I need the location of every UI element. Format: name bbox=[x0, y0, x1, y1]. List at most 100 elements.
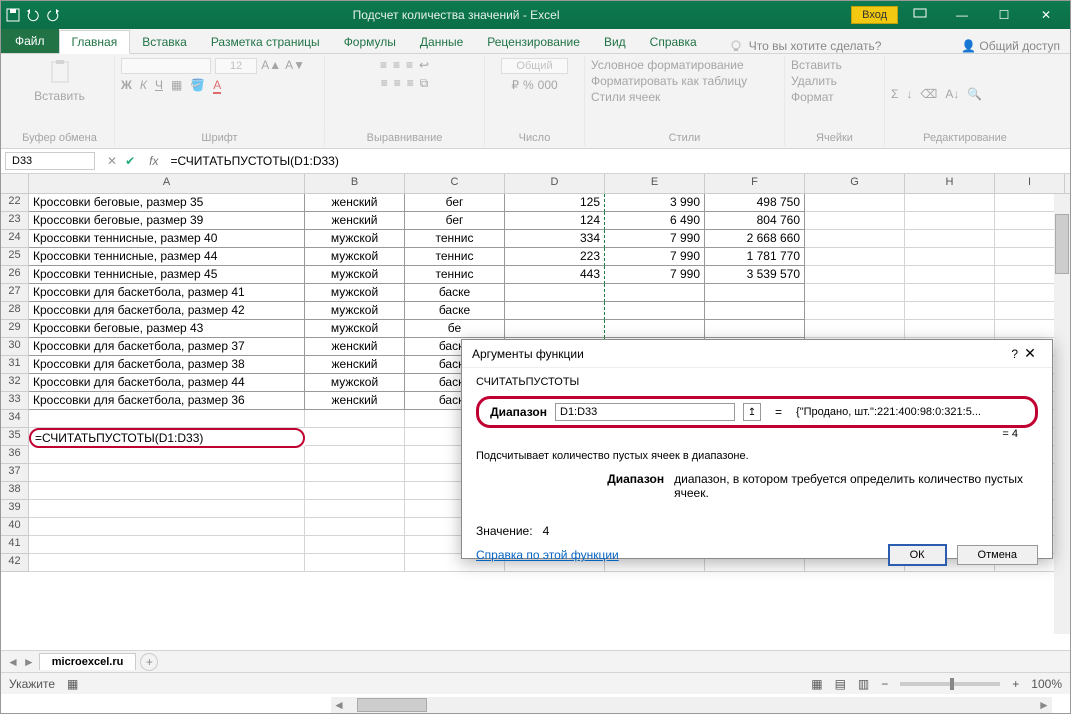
underline-button[interactable]: Ч bbox=[155, 78, 163, 94]
cell[interactable]: бе bbox=[405, 320, 505, 338]
cell[interactable]: 2 668 660 bbox=[705, 230, 805, 248]
cell[interactable] bbox=[305, 410, 405, 428]
row-header[interactable]: 37 bbox=[1, 464, 29, 482]
cell[interactable] bbox=[905, 320, 995, 338]
cell[interactable]: Кроссовки для баскетбола, размер 38 bbox=[29, 356, 305, 374]
cell[interactable] bbox=[805, 266, 905, 284]
decrease-font-icon[interactable]: A▼ bbox=[285, 58, 305, 74]
minimize-icon[interactable]: — bbox=[942, 3, 982, 27]
cell[interactable] bbox=[605, 284, 705, 302]
cell[interactable] bbox=[805, 302, 905, 320]
cell[interactable]: женский bbox=[305, 356, 405, 374]
view-break-icon[interactable]: ▥ bbox=[858, 677, 869, 691]
cell[interactable]: Кроссовки теннисные, размер 45 bbox=[29, 266, 305, 284]
tab-review[interactable]: Рецензирование bbox=[475, 31, 592, 53]
cell[interactable]: Кроссовки для баскетбола, размер 44 bbox=[29, 374, 305, 392]
row-header[interactable]: 24 bbox=[1, 230, 29, 248]
login-button[interactable]: Вход bbox=[851, 6, 898, 24]
font-family-select[interactable] bbox=[121, 58, 211, 74]
cell[interactable] bbox=[29, 482, 305, 500]
tab-data[interactable]: Данные bbox=[408, 31, 475, 53]
cell[interactable]: 223 bbox=[505, 248, 605, 266]
font-size-select[interactable]: 12 bbox=[215, 58, 257, 74]
cell[interactable] bbox=[29, 464, 305, 482]
view-layout-icon[interactable]: ▤ bbox=[835, 677, 846, 691]
zoom-in-icon[interactable]: + bbox=[1012, 677, 1019, 691]
dialog-close-icon[interactable]: ✕ bbox=[1018, 345, 1042, 362]
fill-icon[interactable]: ↓ bbox=[906, 87, 912, 101]
cancel-button[interactable]: Отмена bbox=[957, 545, 1038, 565]
tab-help[interactable]: Справка bbox=[638, 31, 709, 53]
align-left-icon[interactable]: ≡ bbox=[381, 76, 388, 91]
cell[interactable] bbox=[905, 248, 995, 266]
view-normal-icon[interactable]: ▦ bbox=[811, 677, 822, 691]
cell[interactable]: 3 990 bbox=[605, 194, 705, 212]
maximize-icon[interactable]: ☐ bbox=[984, 3, 1024, 27]
cell[interactable] bbox=[505, 284, 605, 302]
border-icon[interactable]: ▦ bbox=[171, 78, 182, 94]
row-header[interactable]: 38 bbox=[1, 482, 29, 500]
align-bot-icon[interactable]: ≡ bbox=[406, 58, 413, 72]
cell[interactable] bbox=[805, 194, 905, 212]
col-header[interactable]: H bbox=[905, 174, 995, 193]
cell[interactable]: 7 990 bbox=[605, 266, 705, 284]
cell[interactable] bbox=[305, 464, 405, 482]
cell[interactable] bbox=[29, 536, 305, 554]
cell[interactable]: 3 539 570 bbox=[705, 266, 805, 284]
formula-bar[interactable]: =СЧИТАТЬПУСТОТЫ(D1:D33) bbox=[164, 152, 1070, 170]
tab-file[interactable]: Файл bbox=[1, 29, 59, 53]
cell[interactable]: мужской bbox=[305, 374, 405, 392]
row-header[interactable]: 39 bbox=[1, 500, 29, 518]
bold-button[interactable]: Ж bbox=[121, 78, 132, 94]
cell[interactable] bbox=[605, 302, 705, 320]
cell[interactable] bbox=[805, 248, 905, 266]
cell[interactable]: 7 990 bbox=[605, 248, 705, 266]
cell[interactable] bbox=[905, 284, 995, 302]
col-header[interactable]: C bbox=[405, 174, 505, 193]
cell[interactable] bbox=[505, 302, 605, 320]
conditional-format-button[interactable]: Условное форматирование bbox=[591, 58, 744, 72]
undo-icon[interactable] bbox=[25, 7, 41, 23]
col-header[interactable]: D bbox=[505, 174, 605, 193]
sheet-prev-icon[interactable]: ◄ bbox=[7, 655, 19, 669]
cell[interactable]: 125 bbox=[505, 194, 605, 212]
zoom-level[interactable]: 100% bbox=[1031, 677, 1062, 691]
cell[interactable] bbox=[29, 410, 305, 428]
cell[interactable]: женский bbox=[305, 194, 405, 212]
close-icon[interactable]: ✕ bbox=[1026, 3, 1066, 27]
align-top-icon[interactable]: ≡ bbox=[380, 58, 387, 72]
fx-icon[interactable]: fx bbox=[143, 154, 164, 168]
currency-icon[interactable]: ₽ bbox=[511, 78, 519, 92]
active-formula-cell[interactable]: =СЧИТАТЬПУСТОТЫ(D1:D33) bbox=[29, 428, 305, 448]
add-sheet-icon[interactable]: + bbox=[140, 653, 158, 671]
save-icon[interactable] bbox=[5, 7, 21, 23]
clear-icon[interactable]: ⌫ bbox=[920, 87, 937, 101]
cell[interactable]: 1 781 770 bbox=[705, 248, 805, 266]
delete-cells-button[interactable]: Удалить bbox=[791, 74, 837, 88]
row-header[interactable]: 31 bbox=[1, 356, 29, 374]
accept-formula-icon[interactable]: ✔ bbox=[125, 154, 135, 168]
ribbon-options-icon[interactable] bbox=[900, 3, 940, 27]
row-header[interactable]: 25 bbox=[1, 248, 29, 266]
cell[interactable]: Кроссовки беговые, размер 43 bbox=[29, 320, 305, 338]
autosum-icon[interactable]: Σ bbox=[891, 87, 898, 101]
cell[interactable] bbox=[305, 500, 405, 518]
argument-input[interactable] bbox=[555, 403, 735, 421]
cell[interactable]: бег bbox=[405, 212, 505, 230]
cell[interactable]: 443 bbox=[505, 266, 605, 284]
cell[interactable] bbox=[905, 302, 995, 320]
tab-home[interactable]: Главная bbox=[59, 30, 131, 54]
row-header[interactable]: 23 bbox=[1, 212, 29, 230]
cell[interactable] bbox=[805, 212, 905, 230]
align-right-icon[interactable]: ≡ bbox=[407, 76, 414, 91]
macro-record-icon[interactable]: ▦ bbox=[67, 677, 78, 691]
cell[interactable]: 334 bbox=[505, 230, 605, 248]
cell[interactable]: теннис bbox=[405, 266, 505, 284]
redo-icon[interactable] bbox=[45, 7, 61, 23]
cell[interactable]: мужской bbox=[305, 284, 405, 302]
number-format-select[interactable]: Общий bbox=[501, 58, 567, 74]
cell[interactable] bbox=[905, 212, 995, 230]
row-header[interactable]: 35 bbox=[1, 428, 29, 446]
cell[interactable]: Кроссовки теннисные, размер 40 bbox=[29, 230, 305, 248]
tab-formulas[interactable]: Формулы bbox=[332, 31, 408, 53]
